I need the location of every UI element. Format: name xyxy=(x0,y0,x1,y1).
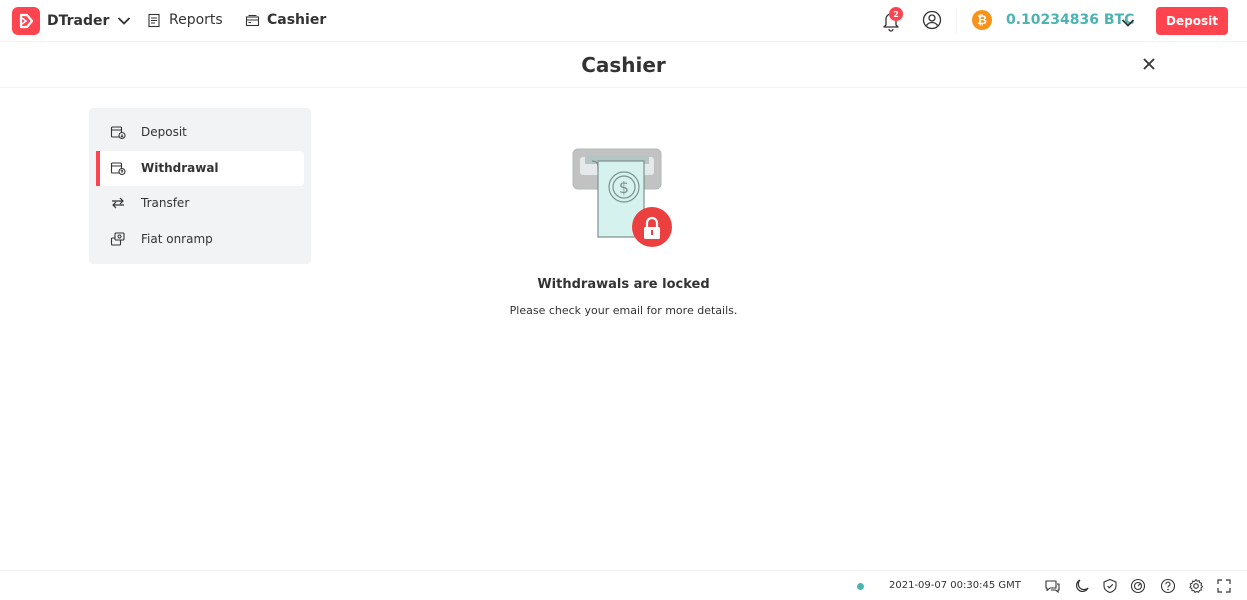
server-time: 2021-09-07 00:30:45 GMT xyxy=(889,580,1021,591)
bitcoin-icon: ₿ xyxy=(972,10,992,30)
nav-cashier[interactable]: Cashier xyxy=(245,12,326,28)
transfer-icon xyxy=(110,195,126,211)
help-icon[interactable] xyxy=(1160,578,1176,594)
locked-message-title: Withdrawals are locked xyxy=(537,277,710,292)
header: DTrader Reports Cashier 2 ₿ 0.10234836 B… xyxy=(0,0,1247,42)
reports-icon xyxy=(147,13,162,28)
cashier-icon xyxy=(245,13,260,28)
deposit-button[interactable]: Deposit xyxy=(1156,7,1228,35)
fiat-onramp-icon xyxy=(110,231,126,247)
footer: 2021-09-07 00:30:45 GMT xyxy=(0,570,1247,600)
dtrader-logo-icon xyxy=(12,7,40,35)
chevron-down-icon[interactable] xyxy=(1121,13,1135,32)
sidebar-item-fiat-onramp[interactable]: Fiat onramp xyxy=(96,222,304,257)
account-profile-icon[interactable] xyxy=(922,10,942,34)
withdrawal-icon xyxy=(110,160,126,176)
account-balance[interactable]: 0.10234836 BTC xyxy=(1006,12,1134,28)
notifications-count-badge: 2 xyxy=(889,7,903,21)
close-icon[interactable] xyxy=(1141,56,1157,76)
theme-icon[interactable] xyxy=(1074,578,1090,594)
nav-reports-label: Reports xyxy=(169,12,223,28)
nav-reports[interactable]: Reports xyxy=(147,12,223,28)
page-title: Cashier xyxy=(581,53,666,77)
network-status-dot xyxy=(857,583,864,590)
sidebar-item-label: Transfer xyxy=(141,196,190,210)
security-icon[interactable] xyxy=(1102,578,1118,594)
sidebar-item-transfer[interactable]: Transfer xyxy=(96,186,304,221)
fullscreen-icon[interactable] xyxy=(1216,578,1232,594)
withdrawal-locked-illustration: $ xyxy=(572,147,676,255)
chevron-down-icon xyxy=(117,16,131,26)
nav-cashier-label: Cashier xyxy=(267,12,327,28)
svg-text:$: $ xyxy=(619,178,629,197)
sidebar-item-label: Fiat onramp xyxy=(141,232,213,246)
locked-message-text: Please check your email for more details… xyxy=(509,304,738,317)
app-name: DTrader xyxy=(47,13,110,29)
platform-switcher[interactable]: DTrader xyxy=(12,7,131,35)
chat-icon[interactable] xyxy=(1044,578,1060,594)
cashier-sidebar: Deposit Withdrawal Transfer Fiat onramp xyxy=(89,108,311,264)
header-divider xyxy=(956,8,957,34)
deposit-icon xyxy=(110,124,126,140)
settings-icon[interactable] xyxy=(1188,578,1204,594)
sidebar-item-label: Deposit xyxy=(141,125,187,139)
sidebar-item-deposit[interactable]: Deposit xyxy=(96,115,304,150)
sidebar-item-label: Withdrawal xyxy=(141,161,219,175)
page-header: Cashier xyxy=(0,42,1247,88)
sidebar-item-withdrawal[interactable]: Withdrawal xyxy=(96,151,304,186)
responsible-trading-icon[interactable] xyxy=(1130,578,1146,594)
